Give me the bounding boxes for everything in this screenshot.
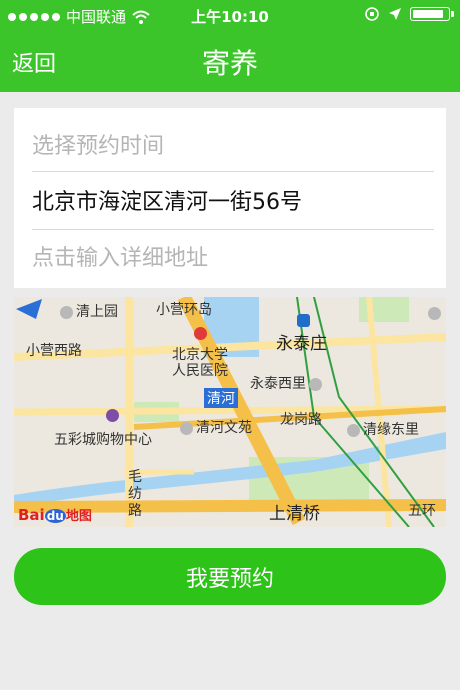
top-bar: 中国联通 上午10:10 返回 寄养 (0, 0, 460, 92)
time-row (32, 118, 420, 175)
battery-icon (410, 7, 454, 21)
page-title: 寄养 (201, 47, 258, 80)
subway-icon (297, 312, 313, 328)
map-label-qingyuandongli: 清缘东里 (347, 419, 419, 439)
map-view[interactable]: 清上园 小营环岛 小营西路 北京大学 人民医院 永泰庄 永泰西里 五彩城购物中心… (14, 297, 446, 527)
book-button[interactable]: 我要预约 (14, 548, 446, 605)
map-label-maofanglu: 毛纺路 (128, 469, 142, 519)
current-location-icon (16, 299, 42, 319)
booking-form: 北京市海淀区清河一街56号 (14, 108, 446, 288)
map-label-longganglu: 龙岗路 (280, 412, 322, 428)
detail-row (32, 230, 420, 287)
baidu-map-logo: Bai du 地图 (18, 506, 92, 524)
map-graphic (14, 297, 446, 527)
map-label-xiaoyingxilu: 小营西路 (26, 343, 82, 359)
rotation-lock-icon (365, 7, 379, 21)
map-label-qinghewenyuan: 清河文苑 (180, 417, 252, 437)
address-text[interactable]: 北京市海淀区清河一街56号 (32, 174, 420, 231)
map-label-beida-hospital-2: 人民医院 (172, 363, 228, 379)
current-location-label: 清河 (204, 388, 238, 408)
battery-level (413, 10, 444, 18)
location-arrow-icon (389, 8, 401, 20)
nav-bar: 返回 寄养 (0, 30, 460, 92)
reservation-time-field[interactable] (32, 118, 420, 175)
map-label-yongtaixili: 永泰西里 (250, 373, 325, 393)
address-row: 北京市海淀区清河一街56号 (32, 174, 420, 231)
status-bar: 中国联通 上午10:10 (0, 0, 460, 30)
detail-address-field[interactable] (32, 230, 420, 287)
map-label-wuhuan: 五环 (408, 503, 436, 519)
status-right (364, 6, 454, 22)
poi-icon (309, 377, 322, 391)
map-label-shangqingqiao: 上清桥 (269, 504, 320, 524)
poi-icon (428, 305, 444, 321)
divider (32, 171, 434, 172)
map-label-wucaicheng: 五彩城购物中心 (54, 432, 152, 448)
map-label-xiaoyinghuandao: 小营环岛 (156, 302, 212, 318)
map-label-qingshangyuan: 清上园 (60, 301, 118, 321)
poi-icon (60, 305, 73, 319)
map-label-yongtaizhuang: 永泰庄 (276, 334, 327, 354)
hospital-icon (194, 325, 210, 341)
poi-icon (347, 423, 360, 437)
shopping-icon (106, 407, 122, 423)
poi-icon (180, 421, 193, 435)
